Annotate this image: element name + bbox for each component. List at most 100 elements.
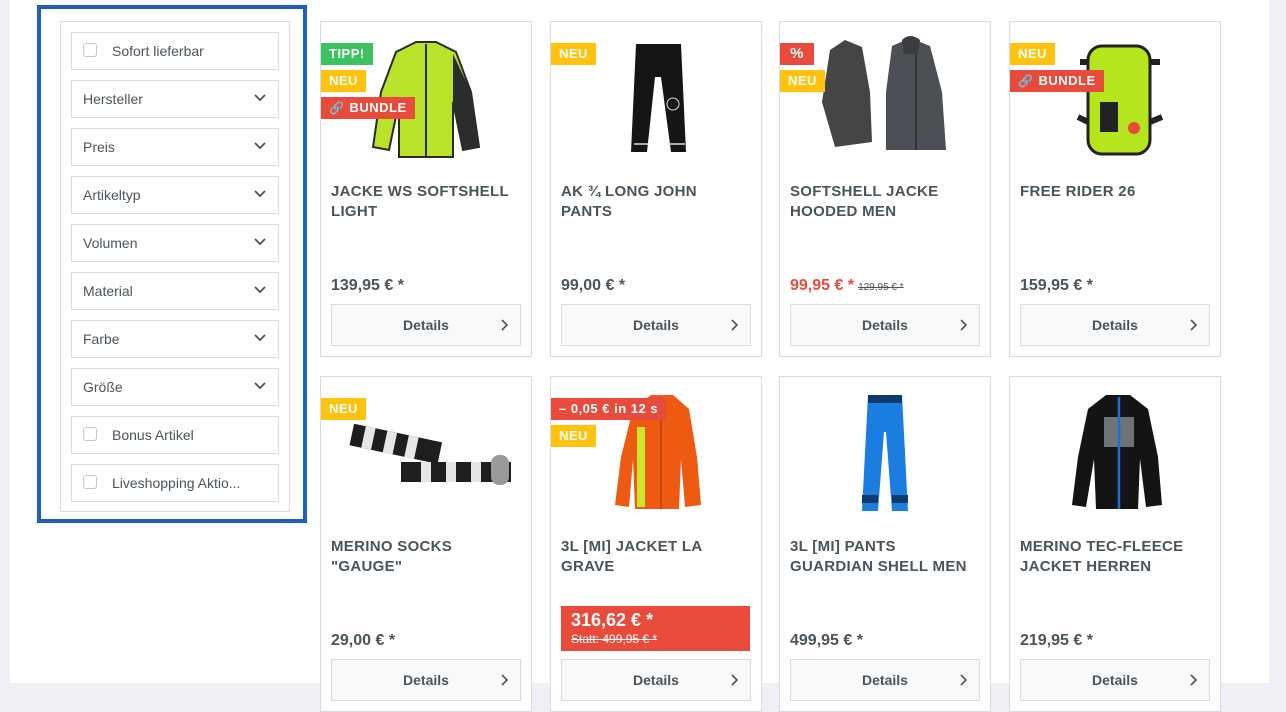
details-label: Details xyxy=(403,672,449,688)
details-button[interactable]: Details xyxy=(561,659,751,701)
filter-farbe[interactable]: Farbe xyxy=(71,320,279,358)
product-title[interactable]: SOFTSHELL JACKE HOODED MEN xyxy=(790,182,980,222)
chevron-down-icon xyxy=(254,190,266,198)
product-image[interactable] xyxy=(1020,387,1210,517)
filter-material[interactable]: Material xyxy=(71,272,279,310)
chevron-right-icon xyxy=(731,319,738,331)
badge-bundle: 🔗 BUNDLE xyxy=(1010,70,1104,92)
chevron-right-icon xyxy=(731,674,738,686)
details-label: Details xyxy=(633,672,679,688)
link-icon: 🔗 xyxy=(329,101,345,115)
details-button[interactable]: Details xyxy=(561,304,751,346)
product-title[interactable]: MERINO SOCKS "GAUGE" xyxy=(331,537,521,577)
product-price: 139,95 € * xyxy=(331,277,404,294)
filter-label: Material xyxy=(83,283,133,299)
badge-bundle: 🔗 BUNDLE xyxy=(321,97,415,119)
badge-neu: NEU xyxy=(321,70,366,92)
product-title[interactable]: 3L [MI] JACKET LA GRAVE xyxy=(561,537,751,577)
chevron-right-icon xyxy=(1190,674,1197,686)
filter-label: Artikeltyp xyxy=(83,187,141,203)
filter-liveshopping[interactable]: Liveshopping Aktio... xyxy=(71,464,279,502)
product-image[interactable] xyxy=(790,387,980,517)
product-title[interactable]: MERINO TEC-FLEECE JACKET HERREN xyxy=(1020,537,1210,577)
filter-artikeltyp[interactable]: Artikeltyp xyxy=(71,176,279,214)
filter-label: Sofort lieferbar xyxy=(112,43,204,59)
filter-groesse[interactable]: Größe xyxy=(71,368,279,406)
details-button[interactable]: Details xyxy=(331,659,521,701)
product-price: 29,00 € * xyxy=(331,632,396,649)
product-title[interactable]: 3L [MI] PANTS GUARDIAN SHELL MEN xyxy=(790,537,980,577)
checkbox-icon[interactable] xyxy=(83,43,97,57)
fleece-jacket-image-icon xyxy=(1072,395,1162,509)
product-card[interactable]: NEU AK ¾ LONG JOHN PANTS 99,00 € * Detai… xyxy=(550,21,762,357)
filter-label: Hersteller xyxy=(83,91,143,107)
checkbox-icon[interactable] xyxy=(83,427,97,441)
product-card[interactable]: – 0,05 € in 12 s NEU 3L [MI] JACKET LA G… xyxy=(550,376,762,712)
checkbox-icon[interactable] xyxy=(83,475,97,489)
chevron-down-icon xyxy=(254,286,266,294)
product-price: 219,95 € * xyxy=(1020,632,1093,649)
live-price: 316,62 € * xyxy=(571,610,654,630)
pants-blue-image-icon xyxy=(862,395,908,511)
chevron-right-icon xyxy=(1190,319,1197,331)
chevron-right-icon xyxy=(501,674,508,686)
product-card[interactable]: TIPP! NEU 🔗 BUNDLE JACKE WS SOFTSHELL LIG… xyxy=(320,21,532,357)
details-button[interactable]: Details xyxy=(790,304,980,346)
badge-neu: NEU xyxy=(551,43,596,65)
details-button[interactable]: Details xyxy=(331,304,521,346)
product-price: 99,00 € * xyxy=(561,277,626,294)
chevron-right-icon xyxy=(960,674,967,686)
badge-neu: NEU xyxy=(1010,43,1055,65)
product-image[interactable] xyxy=(790,32,980,162)
filter-preis[interactable]: Preis xyxy=(71,128,279,166)
filter-volumen[interactable]: Volumen xyxy=(71,224,279,262)
filter-label: Volumen xyxy=(83,235,138,251)
details-label: Details xyxy=(862,317,908,333)
product-price: 99,95 € * 129,95 € * xyxy=(790,277,904,295)
filter-label: Preis xyxy=(83,139,115,155)
filter-hersteller[interactable]: Hersteller xyxy=(71,80,279,118)
product-card[interactable]: NEU 🔗 BUNDLE FREE RIDER 26 159,95 € * Det… xyxy=(1009,21,1221,357)
chevron-right-icon xyxy=(501,319,508,331)
product-card[interactable]: % NEU SOFTSHELL JACKE HOODED MEN 99,95 €… xyxy=(779,21,991,357)
details-button[interactable]: Details xyxy=(1020,304,1210,346)
badge-liveshopping-countdown: – 0,05 € in 12 s xyxy=(551,398,667,420)
details-button[interactable]: Details xyxy=(790,659,980,701)
badge-neu: NEU xyxy=(780,70,825,92)
product-card[interactable]: NEU MERINO SOCKS "GAUGE" 29,00 € * Detai… xyxy=(320,376,532,712)
filter-label: Liveshopping Aktio... xyxy=(112,475,241,491)
chevron-down-icon xyxy=(254,382,266,390)
filter-bonus-artikel[interactable]: Bonus Artikel xyxy=(71,416,279,454)
details-button[interactable]: Details xyxy=(1020,659,1210,701)
product-title[interactable]: FREE RIDER 26 xyxy=(1020,182,1210,202)
badge-tipp: TIPP! xyxy=(321,43,373,65)
chevron-right-icon xyxy=(960,319,967,331)
product-card[interactable]: MERINO TEC-FLEECE JACKET HERREN 219,95 €… xyxy=(1009,376,1221,712)
product-title[interactable]: AK ¾ LONG JOHN PANTS xyxy=(561,182,751,222)
details-label: Details xyxy=(633,317,679,333)
filter-label: Größe xyxy=(83,379,123,395)
badge-bundle-label: BUNDLE xyxy=(1038,73,1096,88)
sale-price: 99,95 € * xyxy=(790,277,855,294)
badge-bundle-label: BUNDLE xyxy=(349,100,407,115)
product-price: 499,95 € * xyxy=(790,632,863,649)
link-icon: 🔗 xyxy=(1018,74,1034,88)
chevron-down-icon xyxy=(254,94,266,102)
details-label: Details xyxy=(1092,672,1138,688)
filter-label: Farbe xyxy=(83,331,120,347)
badge-neu: NEU xyxy=(321,398,366,420)
chevron-down-icon xyxy=(254,334,266,342)
product-card[interactable]: 3L [MI] PANTS GUARDIAN SHELL MEN 499,95 … xyxy=(779,376,991,712)
old-price: 129,95 € * xyxy=(858,282,904,293)
filter-sofort-lieferbar[interactable]: Sofort lieferbar xyxy=(71,32,279,70)
live-old-price: Statt: 499,95 € * xyxy=(571,632,658,646)
filter-label: Bonus Artikel xyxy=(112,427,194,443)
details-label: Details xyxy=(1092,317,1138,333)
chevron-down-icon xyxy=(254,238,266,246)
badge-neu: NEU xyxy=(551,425,596,447)
chevron-down-icon xyxy=(254,142,266,150)
product-title[interactable]: JACKE WS SOFTSHELL LIGHT xyxy=(331,182,521,222)
details-label: Details xyxy=(862,672,908,688)
liveshopping-price-box: 316,62 € * Statt: 499,95 € * xyxy=(561,606,750,651)
details-label: Details xyxy=(403,317,449,333)
